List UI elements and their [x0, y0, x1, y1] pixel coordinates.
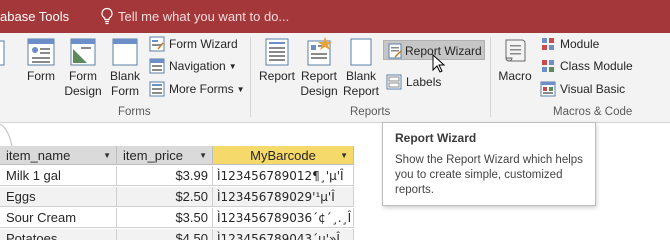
- column-header-label: item_name: [6, 148, 71, 163]
- tooltip-body: Show the Report Wizard which helps you t…: [395, 154, 583, 196]
- table-cell-item-name[interactable]: Eggs: [0, 187, 117, 207]
- form-design-label-2: Design: [64, 84, 102, 98]
- macro-button[interactable]: Macro: [496, 37, 534, 84]
- reports-group-label: Reports: [350, 106, 391, 118]
- title-bar: abase Tools Tell me what you want to do.…: [0, 0, 670, 33]
- partial-icon: [0, 40, 5, 66]
- column-dropdown-icon[interactable]: ▼: [103, 146, 111, 165]
- more-forms-dropdown[interactable]: More Forms ▼: [149, 79, 245, 99]
- column-header-label: MyBarcode: [250, 148, 316, 163]
- navigation-label: Navigation: [169, 59, 226, 73]
- form-icon: [27, 38, 55, 66]
- table-cell-barcode[interactable]: Ì123456789036´¢´¸.¸Î: [213, 208, 354, 228]
- more-forms-icon: [149, 81, 165, 97]
- module-button[interactable]: Module: [540, 34, 630, 54]
- visual-basic-label: Visual Basic: [560, 82, 626, 96]
- table-cell-item-name[interactable]: Potatoes: [0, 229, 117, 240]
- blank-report-label-1: Blank: [345, 69, 377, 83]
- report-wizard-tooltip: Report Wizard Show the Report Wizard whi…: [382, 122, 596, 206]
- blank-form-label-2: Form: [111, 84, 139, 98]
- form-design-label-1: Form: [69, 69, 97, 83]
- column-dropdown-icon[interactable]: ▼: [199, 146, 207, 165]
- report-label: Report: [258, 69, 296, 83]
- report-design-label-2: Design: [300, 84, 338, 98]
- table-cell-barcode[interactable]: Ì123456789012¶¸'µ'Î: [213, 166, 354, 186]
- labels-label: Labels: [406, 75, 442, 89]
- form-label: Form: [27, 69, 55, 83]
- table-cell-item-price[interactable]: $3.99: [117, 166, 213, 186]
- class-module-icon: [542, 60, 554, 72]
- chevron-down-icon: ▼: [228, 62, 237, 71]
- table-cell-item-price[interactable]: $3.50: [117, 208, 213, 228]
- table-cell-item-price[interactable]: $2.50: [117, 187, 213, 207]
- module-label: Module: [560, 37, 600, 51]
- labels-icon: [386, 74, 402, 90]
- blank-form-button[interactable]: Blank Form: [107, 37, 143, 99]
- macro-scroll-icon: [505, 39, 526, 62]
- report-design-icon: [307, 37, 332, 66]
- table-cell-item-name[interactable]: Sour Cream: [0, 208, 117, 228]
- blank-form-label-1: Blank: [109, 69, 141, 83]
- macro-label: Macro: [498, 69, 532, 83]
- table-cell-barcode[interactable]: Ì123456789043´µ'»Î: [213, 229, 354, 240]
- visual-basic-button[interactable]: Visual Basic: [540, 79, 640, 99]
- macros-group-label: Macros & Code: [553, 106, 633, 118]
- form-button[interactable]: Form: [24, 37, 58, 84]
- group-divider: [490, 37, 491, 117]
- lightbulb-icon: [101, 7, 113, 25]
- tab-edge: [0, 124, 13, 146]
- report-design-button[interactable]: Report Design: [298, 37, 340, 99]
- forms-group-label: Forms: [118, 106, 151, 118]
- report-icon: [265, 38, 289, 66]
- form-wizard-button[interactable]: Form Wizard: [149, 34, 241, 54]
- table-cell-item-price[interactable]: $4.50: [117, 229, 213, 240]
- report-button[interactable]: Report: [257, 37, 297, 84]
- tell-me-search[interactable]: Tell me what you want to do...: [118, 9, 289, 24]
- chevron-down-icon: ▼: [236, 85, 245, 94]
- module-icon: [542, 38, 554, 50]
- class-module-label: Class Module: [560, 59, 633, 73]
- column-header-mybarcode[interactable]: MyBarcode ▼: [213, 146, 354, 165]
- labels-button[interactable]: Labels: [386, 72, 446, 92]
- visual-basic-icon: [540, 81, 556, 97]
- class-module-button[interactable]: Class Module: [540, 56, 640, 76]
- ribbon: y n Form Form Design: [0, 33, 670, 123]
- table-cell-barcode[interactable]: Ì123456789029'¹µ'Î: [213, 187, 354, 207]
- partial-ribbon-button[interactable]: y n: [0, 75, 8, 105]
- partial-label-2: n: [0, 90, 1, 104]
- report-design-label-1: Report: [300, 69, 338, 83]
- group-divider: [250, 37, 251, 117]
- form-wizard-icon: [149, 36, 165, 52]
- column-header-item-price[interactable]: item_price ▼: [117, 146, 213, 165]
- form-wizard-label: Form Wizard: [169, 37, 238, 51]
- navigation-icon: [149, 58, 165, 74]
- navigation-dropdown[interactable]: Navigation ▼: [149, 56, 241, 76]
- column-header-label: item_price: [123, 148, 183, 163]
- table-cell-item-name[interactable]: Milk 1 gal: [0, 166, 117, 186]
- column-dropdown-icon[interactable]: ▼: [340, 146, 348, 165]
- mouse-cursor-icon: [432, 54, 446, 73]
- blank-report-icon: [350, 38, 372, 66]
- more-forms-label: More Forms: [169, 82, 234, 96]
- blank-form-icon: [112, 38, 138, 66]
- form-design-button[interactable]: Form Design: [62, 37, 104, 99]
- blank-report-button[interactable]: Blank Report: [341, 37, 381, 99]
- report-wizard-icon: [388, 43, 402, 59]
- tab-database-tools[interactable]: abase Tools: [0, 9, 69, 24]
- tooltip-title: Report Wizard: [395, 131, 477, 145]
- column-header-item-name[interactable]: item_name ▼: [0, 146, 117, 165]
- form-design-icon: [70, 38, 96, 66]
- blank-report-label-2: Report: [342, 84, 380, 98]
